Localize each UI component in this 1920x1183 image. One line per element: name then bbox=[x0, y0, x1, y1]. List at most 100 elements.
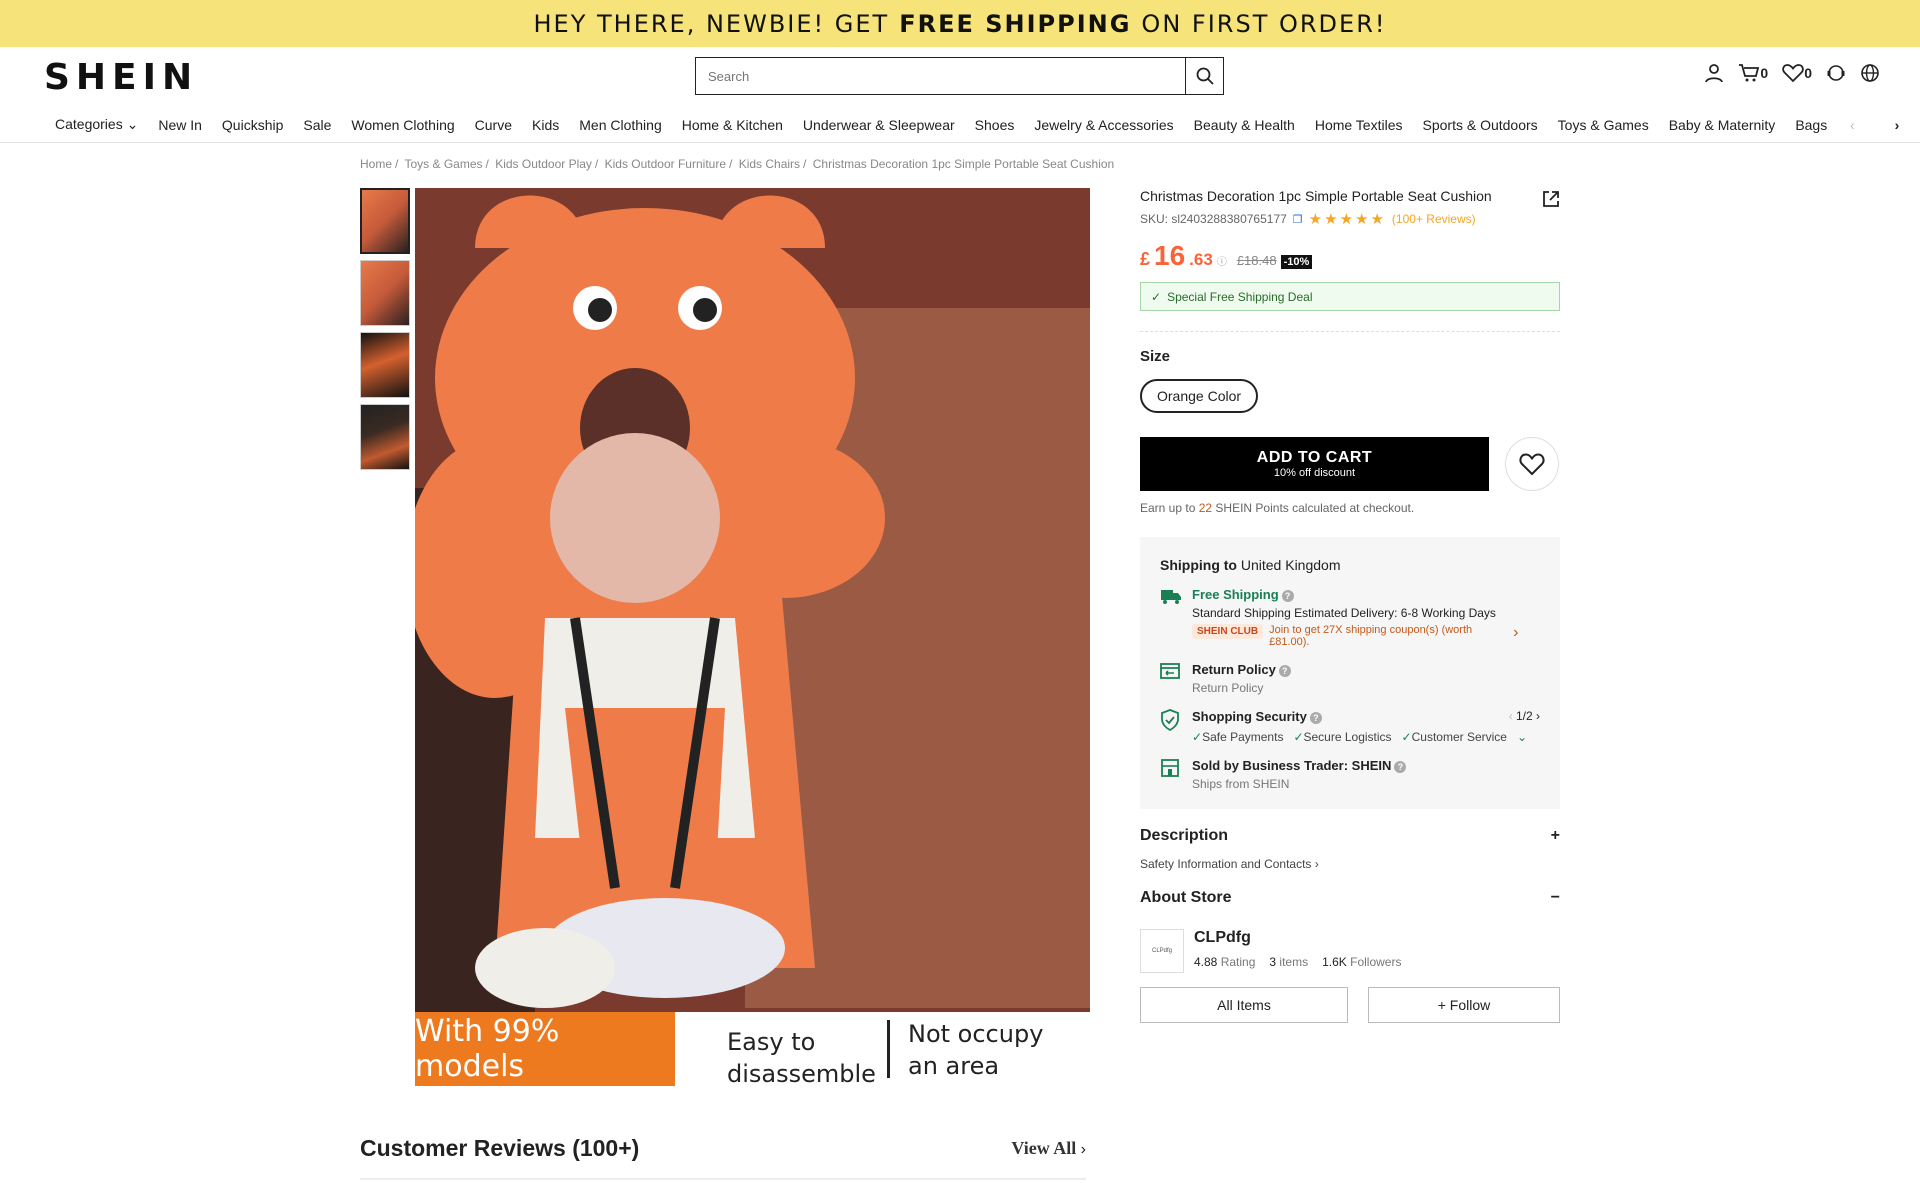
promo-banner[interactable]: HEY THERE, NEWBIE! GET FREE SHIPPING ON … bbox=[0, 0, 1920, 47]
crumb[interactable]: Kids Outdoor Play bbox=[495, 157, 592, 171]
copy-icon[interactable]: ❐ bbox=[1293, 213, 1303, 226]
search-input[interactable] bbox=[696, 58, 1185, 94]
follow-button[interactable]: + Follow bbox=[1368, 987, 1560, 1023]
nav-item[interactable]: Baby & Maternity bbox=[1669, 117, 1776, 133]
reviews-title: Customer Reviews (100+) bbox=[360, 1135, 640, 1161]
crumb[interactable]: Kids Chairs bbox=[739, 157, 800, 171]
security-item: ✓Safe Payments bbox=[1192, 730, 1284, 744]
globe-icon[interactable] bbox=[1860, 63, 1880, 83]
thumbnail-list bbox=[360, 188, 410, 476]
price-row: £16.63 ⓘ £18.48 -10% bbox=[1140, 240, 1560, 272]
cart-icon[interactable]: 0 bbox=[1738, 63, 1768, 83]
crumb[interactable]: Kids Outdoor Furniture bbox=[605, 157, 726, 171]
question-icon[interactable]: ? bbox=[1281, 589, 1294, 602]
shein-club-offer[interactable]: SHEIN CLUB Join to get 27X shipping coup… bbox=[1192, 624, 1540, 648]
store-name[interactable]: CLPdfg bbox=[1194, 929, 1401, 947]
nav-next-icon[interactable]: › bbox=[1895, 117, 1900, 133]
wishlist-icon[interactable]: 0 bbox=[1782, 63, 1812, 83]
points-post: SHEIN Points calculated at checkout. bbox=[1215, 501, 1415, 515]
nav-item[interactable]: Home Textiles bbox=[1315, 117, 1403, 133]
shein-club-badge: SHEIN CLUB bbox=[1192, 624, 1264, 639]
shein-logo[interactable]: SHEIN bbox=[44, 57, 198, 98]
question-icon[interactable]: ? bbox=[1278, 664, 1291, 677]
nav-item[interactable]: Home & Kitchen bbox=[682, 117, 783, 133]
share-icon[interactable] bbox=[1542, 190, 1560, 213]
security-item: ✓Secure Logistics bbox=[1293, 730, 1392, 744]
shipping-country: United Kingdom bbox=[1240, 557, 1341, 573]
nav-item[interactable]: Toys & Games bbox=[1558, 117, 1649, 133]
rating-stars: ★★★★★ bbox=[1308, 211, 1386, 228]
return-policy-title-text: Return Policy bbox=[1192, 662, 1276, 677]
nav-item[interactable]: Jewelry & Accessories bbox=[1034, 117, 1173, 133]
add-to-cart-sub: 10% off discount bbox=[1273, 467, 1356, 479]
shipping-box: Shipping to United Kingdom Free Shipping… bbox=[1140, 537, 1560, 809]
add-to-wishlist-button[interactable] bbox=[1505, 437, 1559, 491]
thumbnail-1[interactable] bbox=[360, 188, 410, 254]
info-icon[interactable]: ⓘ bbox=[1217, 253, 1227, 268]
store-stats: 4.88 Rating 3 items 1.6K Followers bbox=[1194, 955, 1401, 969]
nav-item[interactable]: Curve bbox=[475, 117, 512, 133]
nav-item[interactable]: Shoes bbox=[975, 117, 1015, 133]
store-rating: 4.88 Rating bbox=[1194, 955, 1255, 969]
security-title-text: Shopping Security bbox=[1192, 709, 1307, 724]
crumb[interactable]: Toys & Games bbox=[404, 157, 482, 171]
security-item-label: Customer Service bbox=[1411, 730, 1507, 744]
support-icon[interactable] bbox=[1826, 63, 1846, 83]
crumb[interactable]: Home bbox=[360, 157, 392, 171]
feature-disassemble: Easy to disassemble bbox=[675, 1020, 890, 1086]
check-icon: ✓ bbox=[1151, 289, 1162, 304]
free-shipping-deal-banner: ✓ Special Free Shipping Deal bbox=[1140, 282, 1560, 311]
price-old: £18.48 bbox=[1236, 253, 1277, 268]
nav-categories[interactable]: Categories ⌄ bbox=[55, 116, 138, 133]
thumbnail-4[interactable] bbox=[360, 404, 410, 470]
sold-by-title-text: Sold by Business Trader: SHEIN bbox=[1192, 758, 1392, 773]
all-items-button[interactable]: All Items bbox=[1140, 987, 1348, 1023]
thumbnail-2[interactable] bbox=[360, 260, 410, 326]
nav-item[interactable]: Underwear & Sleepwear bbox=[803, 117, 955, 133]
reviews-count-link[interactable]: (100+ Reviews) bbox=[1392, 212, 1476, 226]
description-label: Description bbox=[1140, 827, 1229, 844]
nav-item[interactable]: New In bbox=[158, 117, 202, 133]
view-all-reviews-link[interactable]: View All › bbox=[1011, 1138, 1086, 1159]
feature-strip: With 99% models Easy to disassemble Not o… bbox=[415, 1012, 1090, 1086]
nav-prev-icon[interactable]: ‹ bbox=[1850, 117, 1855, 133]
nav-item[interactable]: Kids bbox=[532, 117, 559, 133]
chevron-down-icon[interactable]: ⌄ bbox=[1517, 730, 1527, 744]
store-logo[interactable]: CLPdfg bbox=[1140, 929, 1184, 973]
question-icon[interactable]: ? bbox=[1309, 711, 1322, 724]
nav-item[interactable]: Beauty & Health bbox=[1194, 117, 1295, 133]
nav-item[interactable]: Men Clothing bbox=[579, 117, 662, 133]
store-rating-value: 4.88 bbox=[1194, 955, 1218, 969]
nav-item[interactable]: Sale bbox=[303, 117, 331, 133]
store-followers: 1.6K Followers bbox=[1322, 955, 1401, 969]
description-section-toggle[interactable]: Description + bbox=[1140, 827, 1560, 845]
about-store-section-toggle[interactable]: About Store − bbox=[1140, 889, 1560, 907]
product-title: Christmas Decoration 1pc Simple Portable… bbox=[1140, 188, 1492, 204]
nav-item[interactable]: Quickship bbox=[222, 117, 283, 133]
view-all-label: View All bbox=[1011, 1138, 1077, 1158]
safety-info-link[interactable]: Safety Information and Contacts › bbox=[1140, 857, 1560, 871]
account-icon[interactable] bbox=[1704, 63, 1724, 83]
free-shipping-row[interactable]: Free Shipping? Standard Shipping Estimat… bbox=[1160, 587, 1540, 648]
shopping-security-row[interactable]: Shopping Security? ‹ 1/2 › ✓Safe Payment… bbox=[1160, 709, 1540, 744]
free-shipping-desc: Standard Shipping Estimated Delivery: 6-… bbox=[1192, 606, 1496, 620]
return-policy-row[interactable]: Return Policy? Return Policy bbox=[1160, 662, 1540, 695]
feature-area-line2: an area bbox=[908, 1052, 1000, 1080]
question-icon[interactable]: ? bbox=[1394, 760, 1407, 773]
feature-disassemble-line2: disassemble bbox=[727, 1060, 876, 1086]
search-button[interactable] bbox=[1185, 58, 1223, 94]
size-option-orange[interactable]: Orange Color bbox=[1140, 379, 1259, 413]
feature-area: Not occupy an area bbox=[890, 1012, 1043, 1086]
free-shipping-title: Free Shipping? bbox=[1192, 587, 1540, 602]
store-items-value: 3 bbox=[1269, 955, 1277, 969]
thumbnail-3[interactable] bbox=[360, 332, 410, 398]
product-main-image[interactable]: With 99% models Easy to disassemble Not o… bbox=[415, 188, 1090, 1086]
security-pager[interactable]: ‹ 1/2 › bbox=[1509, 709, 1540, 724]
nav-item[interactable]: Women Clothing bbox=[351, 117, 454, 133]
nav-item[interactable]: Sports & Outdoors bbox=[1423, 117, 1538, 133]
sold-by-row[interactable]: Sold by Business Trader: SHEIN? Ships fr… bbox=[1160, 758, 1540, 791]
return-icon bbox=[1160, 662, 1182, 695]
add-to-cart-button[interactable]: ADD TO CART 10% off discount bbox=[1140, 437, 1489, 491]
shield-icon bbox=[1160, 709, 1182, 744]
shipping-to[interactable]: Shipping to United Kingdom bbox=[1160, 557, 1540, 573]
